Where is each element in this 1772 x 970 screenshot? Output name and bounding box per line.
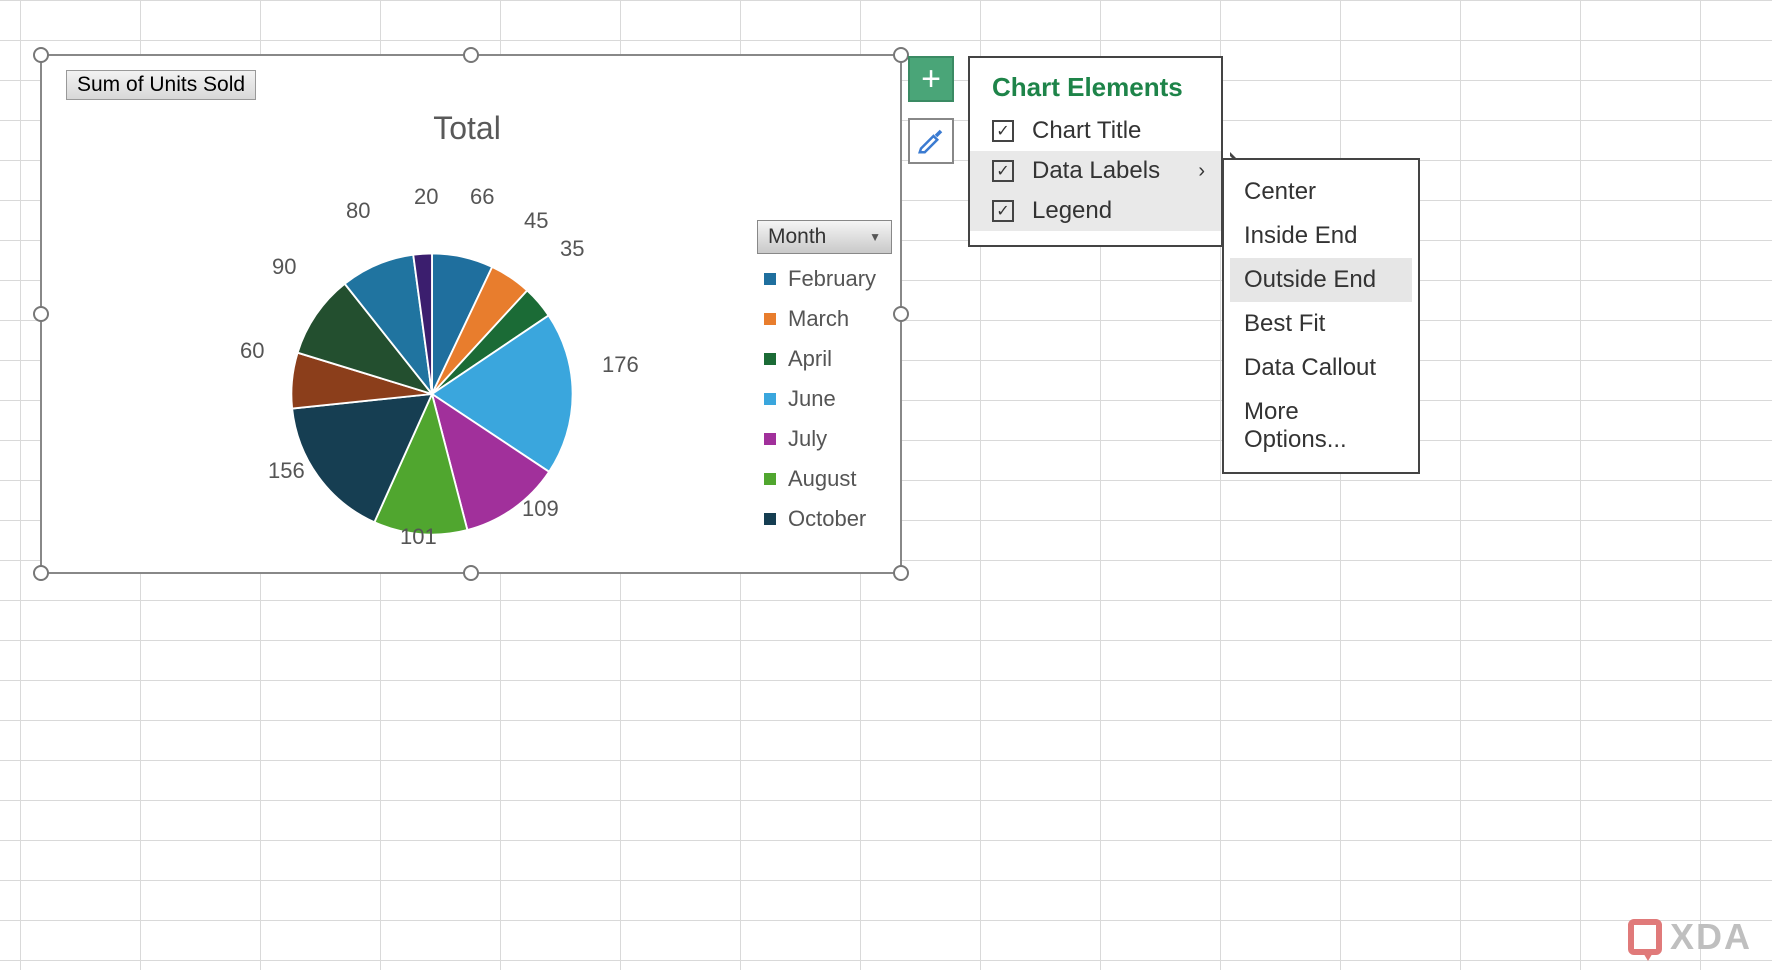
checkbox-icon[interactable]: ✓	[992, 120, 1014, 142]
legend-item-label: July	[788, 426, 827, 452]
legend-item-label: August	[788, 466, 857, 492]
data-label: 176	[602, 352, 639, 378]
chart-legend[interactable]: February March April June July August October	[764, 266, 876, 532]
data-label: 35	[560, 236, 584, 262]
legend-item[interactable]: April	[764, 346, 876, 372]
data-label: 60	[240, 338, 264, 364]
chart-styles-button[interactable]	[908, 118, 954, 164]
checkbox-icon[interactable]: ✓	[992, 200, 1014, 222]
resize-handle[interactable]	[33, 565, 49, 581]
watermark-text: XDA	[1670, 916, 1752, 958]
submenu-item-outside-end[interactable]: Outside End	[1230, 258, 1412, 302]
chart-title[interactable]: Total	[232, 110, 702, 147]
legend-swatch-icon	[764, 353, 776, 365]
flyout-item-label: Data Labels	[1032, 157, 1160, 185]
submenu-item-best-fit[interactable]: Best Fit	[1230, 302, 1412, 346]
legend-item[interactable]: March	[764, 306, 876, 332]
flyout-item-label: Chart Title	[1032, 117, 1141, 145]
data-labels-submenu: Center Inside End Outside End Best Fit D…	[1222, 158, 1420, 474]
legend-item[interactable]: October	[764, 506, 876, 532]
legend-swatch-icon	[764, 473, 776, 485]
plus-icon: +	[921, 62, 941, 96]
resize-handle[interactable]	[463, 565, 479, 581]
legend-item[interactable]: July	[764, 426, 876, 452]
flyout-item-data-labels[interactable]: ✓ Data Labels ›	[970, 151, 1221, 191]
chart-object[interactable]: Sum of Units Sold Total 66 45 35 176 109…	[40, 54, 902, 574]
xda-watermark: XDA	[1628, 916, 1752, 958]
legend-item-label: February	[788, 266, 876, 292]
legend-item-label: October	[788, 506, 866, 532]
legend-swatch-icon	[764, 433, 776, 445]
legend-swatch-icon	[764, 273, 776, 285]
data-label: 90	[272, 254, 296, 280]
data-label: 20	[414, 184, 438, 210]
legend-swatch-icon	[764, 513, 776, 525]
data-label: 156	[268, 458, 305, 484]
flyout-title: Chart Elements	[970, 72, 1221, 111]
submenu-item-more-options[interactable]: More Options...	[1230, 390, 1412, 462]
legend-swatch-icon	[764, 313, 776, 325]
data-label: 80	[346, 198, 370, 224]
resize-handle[interactable]	[463, 47, 479, 63]
brush-icon	[916, 126, 946, 156]
speech-bubble-icon	[1628, 919, 1662, 955]
legend-swatch-icon	[764, 393, 776, 405]
chart-elements-flyout: Chart Elements ✓ Chart Title ✓ Data Labe…	[968, 56, 1223, 247]
data-label: 101	[400, 524, 437, 550]
legend-item-label: April	[788, 346, 832, 372]
resize-handle[interactable]	[893, 565, 909, 581]
chevron-down-icon: ▼	[869, 230, 881, 244]
submenu-item-data-callout[interactable]: Data Callout	[1230, 346, 1412, 390]
flyout-item-chart-title[interactable]: ✓ Chart Title	[970, 111, 1221, 151]
flyout-item-legend[interactable]: ✓ Legend	[970, 191, 1221, 231]
legend-item-label: March	[788, 306, 849, 332]
resize-handle[interactable]	[33, 47, 49, 63]
legend-item[interactable]: August	[764, 466, 876, 492]
data-label: 109	[522, 496, 559, 522]
chart-elements-button[interactable]: +	[908, 56, 954, 102]
resize-handle[interactable]	[33, 306, 49, 322]
legend-filter-dropdown[interactable]: Month ▼	[757, 220, 892, 254]
pivot-field-badge[interactable]: Sum of Units Sold	[66, 70, 256, 100]
legend-item[interactable]: February	[764, 266, 876, 292]
data-label: 45	[524, 208, 548, 234]
submenu-item-inside-end[interactable]: Inside End	[1230, 214, 1412, 258]
chevron-right-icon: ›	[1198, 160, 1205, 183]
resize-handle[interactable]	[893, 306, 909, 322]
checkbox-icon[interactable]: ✓	[992, 160, 1014, 182]
legend-item[interactable]: June	[764, 386, 876, 412]
legend-item-label: June	[788, 386, 836, 412]
data-label: 66	[470, 184, 494, 210]
resize-handle[interactable]	[893, 47, 909, 63]
legend-filter-label: Month	[768, 225, 826, 249]
flyout-item-label: Legend	[1032, 197, 1112, 225]
submenu-item-center[interactable]: Center	[1230, 170, 1412, 214]
